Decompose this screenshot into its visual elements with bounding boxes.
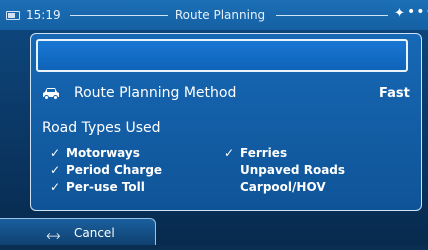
road-type-motorways[interactable]: ✓ Motorways: [50, 146, 140, 160]
status-bar: 15:19 Route Planning ✦ •••: [0, 0, 428, 30]
battery-icon: [6, 11, 20, 20]
checkmark-icon: ✓: [50, 163, 61, 177]
satellite-icon: ✦: [394, 6, 405, 21]
road-type-unpaved-roads[interactable]: Unpaved Roads: [224, 163, 345, 177]
route-planning-method-label[interactable]: Route Planning Method: [74, 85, 236, 101]
more-dots-icon[interactable]: •••: [407, 4, 428, 20]
cancel-button[interactable]: 🡘 Cancel: [0, 218, 156, 245]
checkmark-icon: ✓: [50, 146, 61, 160]
car-icon: [43, 88, 59, 100]
status-divider-left: [70, 15, 168, 16]
arrow-left-icon: 🡘: [46, 229, 61, 245]
cancel-label: Cancel: [74, 226, 115, 240]
status-divider-right: [276, 15, 388, 16]
route-name-field[interactable]: [36, 39, 408, 72]
route-planning-method-value[interactable]: Fast: [379, 86, 410, 101]
road-type-per-use-toll[interactable]: ✓ Per-use Toll: [50, 180, 145, 194]
checkmark-icon: ✓: [50, 180, 61, 194]
road-types-title: Road Types Used: [42, 120, 161, 136]
road-type-period-charge[interactable]: ✓ Period Charge: [50, 163, 162, 177]
status-time: 15:19: [26, 8, 61, 22]
page-title: Route Planning: [174, 8, 266, 22]
road-type-ferries[interactable]: ✓ Ferries: [224, 146, 287, 160]
checkmark-icon: ✓: [224, 146, 235, 160]
screen: 15:19 Route Planning ✦ ••• Route Plannin…: [0, 0, 428, 245]
road-type-carpool-hov[interactable]: Carpool/HOV: [224, 180, 326, 194]
